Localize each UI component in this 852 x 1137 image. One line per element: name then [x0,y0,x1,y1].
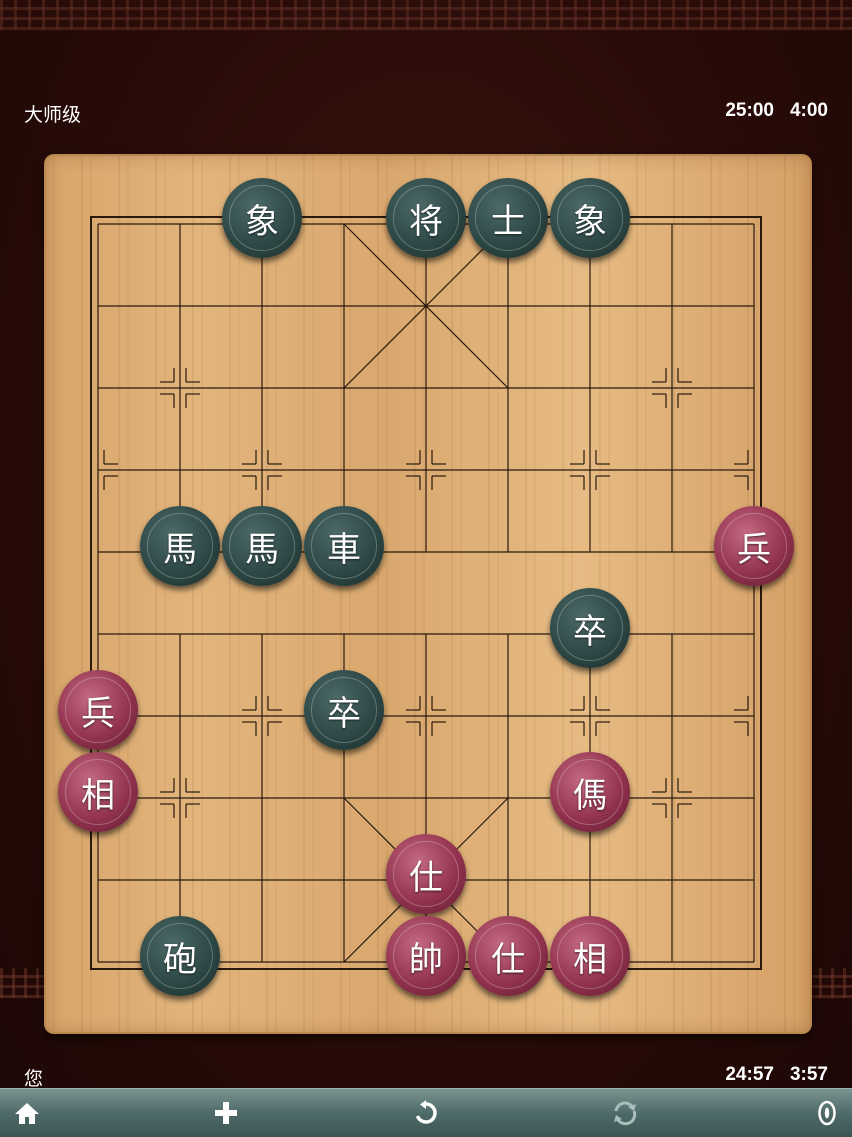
red-piece[interactable]: 相 [550,916,630,996]
black-piece[interactable]: 砲 [140,916,220,996]
home-icon[interactable] [10,1097,44,1129]
black-piece[interactable]: 象 [550,178,630,258]
piece-label: 車 [327,529,361,570]
settings-icon[interactable] [810,1097,844,1129]
left-border-pattern [0,968,45,998]
red-piece[interactable]: 兵 [58,670,138,750]
red-piece[interactable]: 仕 [468,916,548,996]
black-piece[interactable]: 車 [304,506,384,586]
piece-label: 仕 [491,939,525,980]
black-piece[interactable]: 卒 [304,670,384,750]
red-piece[interactable]: 帥 [386,916,466,996]
piece-label: 相 [81,775,115,816]
swap-icon[interactable] [608,1097,642,1129]
top-border-pattern [0,0,852,30]
piece-label: 馬 [163,529,197,570]
opponent-level: 大师级 [24,105,82,126]
piece-label: 兵 [737,529,771,570]
black-piece[interactable]: 馬 [140,506,220,586]
red-piece[interactable]: 傌 [550,752,630,832]
piece-label: 兵 [81,693,115,734]
player-name: 您 [24,1069,44,1090]
opponent-total-time: 25:00 [725,100,774,121]
player-total-time: 24:57 [725,1064,774,1085]
piece-label: 傌 [573,775,607,816]
black-piece[interactable]: 卒 [550,588,630,668]
undo-icon[interactable] [409,1097,443,1129]
piece-label: 砲 [163,939,197,980]
black-piece[interactable]: 象 [222,178,302,258]
piece-label: 象 [573,201,607,242]
plus-icon[interactable] [209,1097,243,1129]
opponent-move-time: 4:00 [789,100,828,121]
red-piece[interactable]: 仕 [386,834,466,914]
piece-label: 相 [573,939,607,980]
piece-label: 馬 [245,529,279,570]
player-clock: 24:57 3:57 [725,1064,828,1086]
opponent-clock: 25:00 4:00 [725,100,828,122]
piece-label: 帥 [409,939,443,980]
bottom-toolbar [0,1088,852,1137]
piece-label: 卒 [327,693,361,734]
red-piece[interactable]: 相 [58,752,138,832]
black-piece[interactable]: 馬 [222,506,302,586]
black-piece[interactable]: 士 [468,178,548,258]
right-border-pattern [807,968,852,998]
black-piece[interactable]: 将 [386,178,466,258]
piece-label: 将 [409,201,443,242]
piece-label: 卒 [573,611,607,652]
piece-label: 象 [245,201,279,242]
piece-label: 士 [491,201,525,242]
player-move-time: 3:57 [789,1064,828,1085]
red-piece[interactable]: 兵 [714,506,794,586]
piece-label: 仕 [409,857,443,898]
